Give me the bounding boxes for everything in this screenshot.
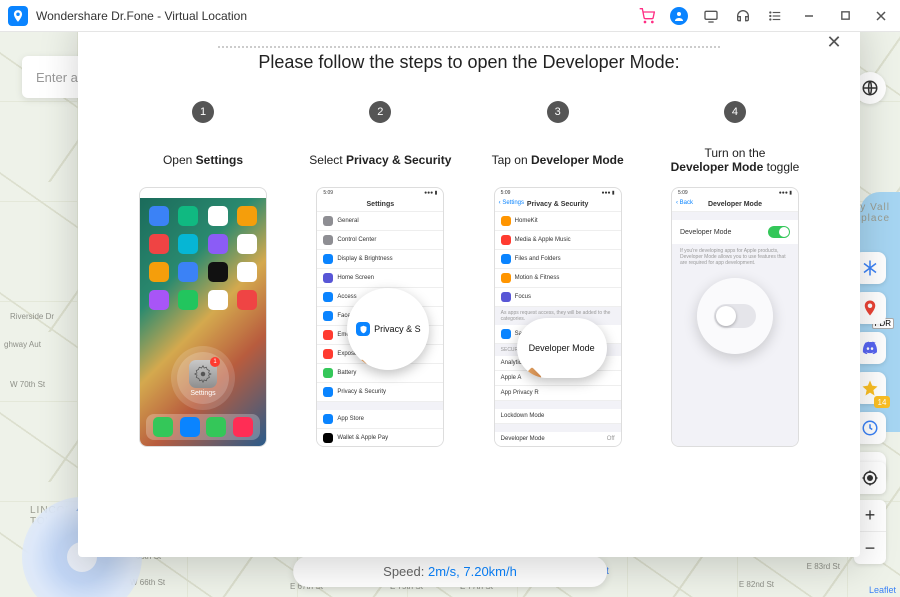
speed-value: 2m/s, 7.20km/h: [428, 564, 517, 579]
phone-1: 5:09●●● ▮ 1 Settings: [139, 187, 267, 447]
step-3-number: 3: [547, 101, 569, 123]
step-4: 4 Turn on theDeveloper Mode toggle 5:09●…: [660, 101, 810, 447]
phone-2: 5:09●●● ▮ Settings General Control Cente…: [316, 187, 444, 447]
speed-label: Speed:: [383, 564, 424, 579]
support-icon[interactable]: [734, 7, 752, 25]
step-1-number: 1: [192, 101, 214, 123]
speed-bar[interactable]: Speed: 2m/s, 7.20km/h: [293, 556, 607, 587]
close-button[interactable]: [870, 5, 892, 27]
devmode-help: If you're developing apps for Apple prod…: [672, 244, 798, 270]
step-3: 3 Tap on Developer Mode 5:09●●● ▮ ‹ Sett…: [483, 101, 633, 447]
phone-3: 5:09●●● ▮ ‹ Settings Privacy & Security …: [494, 187, 622, 447]
step-2-label: Select Privacy & Security: [309, 143, 451, 177]
street-e83: E 83rd St: [807, 562, 840, 571]
step-4-number: 4: [724, 101, 746, 123]
app-logo: [8, 6, 28, 26]
step-1: 1 Open Settings 5:09●●● ▮ 1 Settings: [128, 101, 278, 447]
menu-icon[interactable]: [766, 7, 784, 25]
titlebar: Wondershare Dr.Fone - Virtual Location: [0, 0, 900, 32]
search-placeholder: Enter a: [36, 70, 78, 85]
settings-magnifier: 1 Settings: [177, 352, 229, 404]
step-1-label: Open Settings: [163, 143, 243, 177]
screen-icon[interactable]: [702, 7, 720, 25]
street-highway: ghway Aut: [4, 340, 41, 349]
toggle-off-icon: [714, 304, 756, 328]
step-connector: [218, 46, 720, 48]
phone-3-back: ‹ Settings: [499, 200, 524, 206]
step-4-label: Turn on theDeveloper Mode toggle: [671, 143, 800, 177]
street-e82: E 82nd St: [739, 580, 774, 589]
step-2: 2 Select Privacy & Security 5:09●●● ▮ Se…: [305, 101, 455, 447]
modal-close-button[interactable]: ✕: [824, 32, 844, 52]
cart-icon[interactable]: [638, 7, 656, 25]
step-2-number: 2: [369, 101, 391, 123]
developer-mode-modal: ✕ Please follow the steps to open the De…: [78, 18, 860, 557]
devmode-magnifier: Developer Mode: [517, 318, 607, 378]
leaflet-attribution[interactable]: Leaflet: [869, 585, 896, 595]
maximize-button[interactable]: [834, 5, 856, 27]
devmode-toggle-on: [768, 226, 790, 238]
user-icon[interactable]: [670, 7, 688, 25]
toggle-magnifier: [697, 278, 773, 354]
step-3-label: Tap on Developer Mode: [492, 143, 624, 177]
minimize-button[interactable]: [798, 5, 820, 27]
phone-2-title: Settings: [317, 198, 443, 212]
modal-title: Please follow the steps to open the Deve…: [118, 52, 820, 73]
street-riverside: Riverside Dr: [10, 312, 54, 321]
app-title: Wondershare Dr.Fone - Virtual Location: [36, 9, 247, 23]
phone-4-back: ‹ Back: [676, 200, 693, 206]
favorites-badge: 14: [874, 396, 890, 408]
privacy-magnifier: Privacy & S: [347, 288, 429, 370]
street-w70: W 70th St: [10, 380, 45, 389]
settings-label: Settings: [190, 390, 215, 397]
phone-4: 5:09●●● ▮ ‹ Back Developer Mode Develope…: [671, 187, 799, 447]
settings-badge: 1: [210, 357, 220, 367]
